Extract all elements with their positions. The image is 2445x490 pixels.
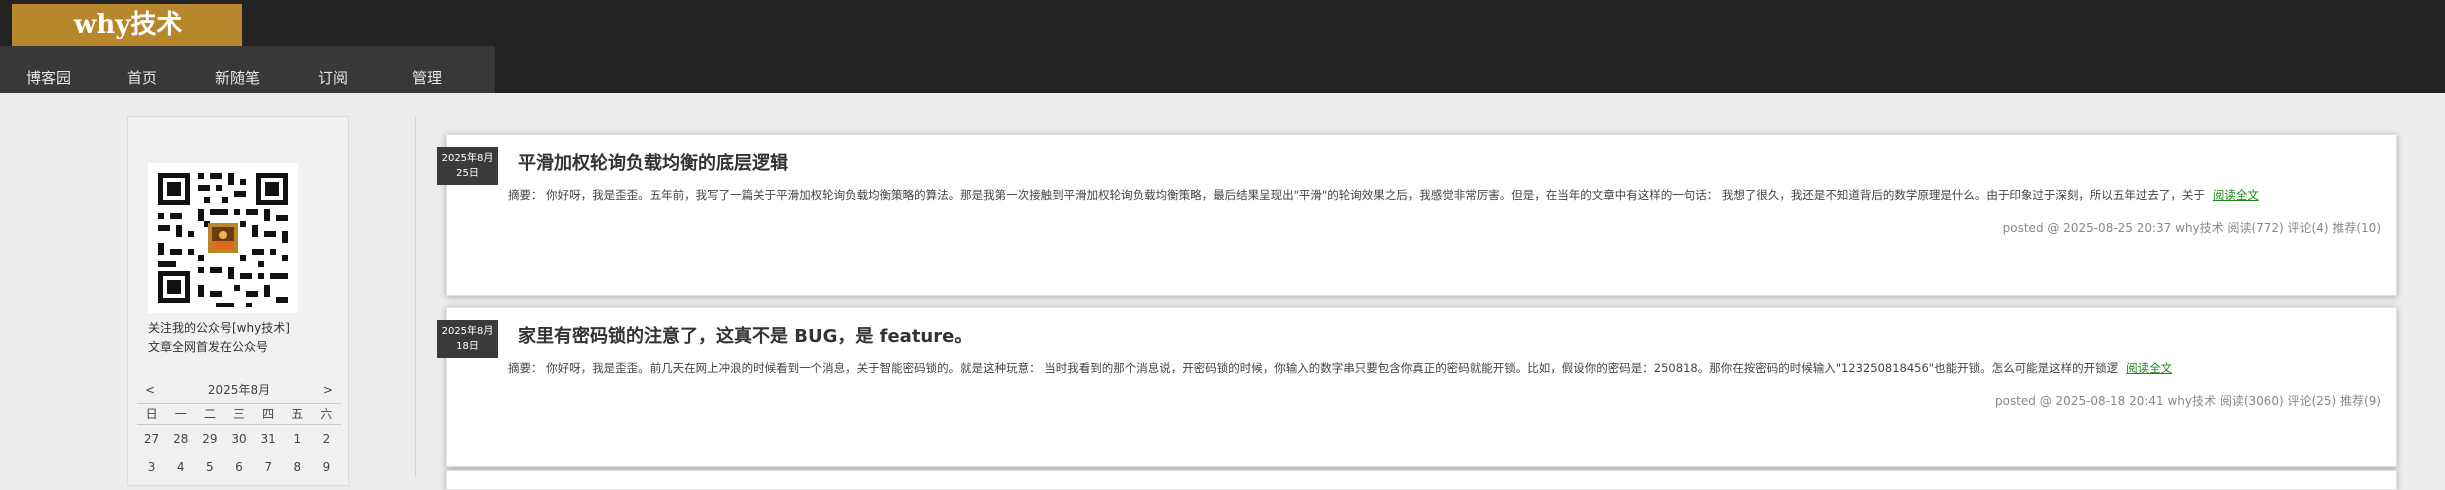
post-meta: posted @ 2025-08-25 20:37 why技术 阅读(772) … bbox=[2002, 221, 2381, 235]
nav-item-subscribe[interactable]: 订阅 bbox=[318, 46, 348, 93]
post-summary-text: 摘要： 你好呀，我是歪歪。前几天在网上冲浪的时候看到一个消息，关于智能密码锁的。… bbox=[508, 361, 2119, 375]
weekday: 五 bbox=[291, 407, 304, 421]
calendar-week: 27 28 29 30 31 1 2 bbox=[137, 425, 341, 453]
read-more-link[interactable]: 阅读全文 bbox=[2126, 361, 2172, 375]
follow-line-2: 文章全网首发在公众号 bbox=[148, 340, 269, 354]
top-header: why技术 博客园 首页 新随笔 订阅 管理 bbox=[0, 0, 2445, 93]
weekday: 一 bbox=[174, 407, 187, 421]
post-summary-text: 摘要： 你好呀，我是歪歪。五年前，我写了一篇关于平滑加权轮询负载均衡策略的算法。… bbox=[508, 188, 2205, 202]
post-date-day: 18日 bbox=[456, 341, 479, 352]
nav-item-cnblogs[interactable]: 博客园 bbox=[26, 46, 71, 93]
calendar-header: < 2025年8月 > bbox=[137, 379, 341, 401]
calendar-day[interactable]: 2 bbox=[312, 425, 341, 453]
post-title-link[interactable]: 平滑加权轮询负载均衡的底层逻辑 bbox=[518, 149, 788, 175]
main-nav: 博客园 首页 新随笔 订阅 管理 bbox=[0, 46, 495, 93]
weekday: 日 bbox=[145, 407, 158, 421]
post-summary: 摘要： 你好呀，我是歪歪。五年前，我写了一篇关于平滑加权轮询负载均衡策略的算法。… bbox=[508, 187, 2259, 203]
qr-code-image bbox=[148, 163, 298, 313]
weekday: 六 bbox=[320, 407, 333, 421]
calendar-next-button[interactable]: > bbox=[323, 379, 333, 401]
calendar-day[interactable]: 30 bbox=[224, 425, 253, 453]
weekday: 三 bbox=[232, 407, 245, 421]
calendar-weekdays: 日 一 二 三 四 五 六 bbox=[137, 403, 341, 425]
calendar-day[interactable]: 1 bbox=[283, 425, 312, 453]
calendar: < 2025年8月 > 日 一 二 三 四 五 六 27 28 29 30 31… bbox=[137, 379, 341, 481]
column-divider bbox=[415, 116, 416, 477]
follow-text: 关注我的公众号[why技术] 文章全网首发在公众号 bbox=[148, 319, 338, 357]
weekday: 二 bbox=[203, 407, 216, 421]
post-date-badge: 2025年8月 25日 bbox=[437, 147, 498, 185]
calendar-day[interactable]: 28 bbox=[166, 425, 195, 453]
post-card: 2025年8月 25日 平滑加权轮询负载均衡的底层逻辑 摘要： 你好呀，我是歪歪… bbox=[437, 134, 2397, 296]
calendar-title: 2025年8月 bbox=[207, 383, 271, 397]
blog-logo[interactable]: why技术 bbox=[12, 4, 242, 46]
post-date-month: 2025年8月 bbox=[441, 326, 494, 337]
read-more-link[interactable]: 阅读全文 bbox=[2213, 188, 2259, 202]
wechat-qr-code bbox=[148, 163, 298, 313]
calendar-day[interactable]: 29 bbox=[195, 425, 224, 453]
post-card-partial bbox=[446, 470, 2397, 490]
calendar-day[interactable]: 27 bbox=[137, 425, 166, 453]
post-title-link[interactable]: 家里有密码锁的注意了，这真不是 BUG，是 feature。 bbox=[518, 322, 972, 348]
sidebar: 关注我的公众号[why技术] 文章全网首发在公众号 < 2025年8月 > 日 … bbox=[127, 116, 349, 486]
follow-line-1: 关注我的公众号[why技术] bbox=[148, 321, 290, 335]
post-summary: 摘要： 你好呀，我是歪歪。前几天在网上冲浪的时候看到一个消息，关于智能密码锁的。… bbox=[508, 360, 2172, 376]
post-date-month: 2025年8月 bbox=[441, 153, 494, 164]
nav-item-manage[interactable]: 管理 bbox=[412, 46, 442, 93]
post-date-badge: 2025年8月 18日 bbox=[437, 320, 498, 358]
post-meta: posted @ 2025-08-18 20:41 why技术 阅读(3060)… bbox=[1995, 394, 2381, 408]
post-date-day: 25日 bbox=[456, 168, 479, 179]
nav-item-home[interactable]: 首页 bbox=[127, 46, 157, 93]
nav-item-new-post[interactable]: 新随笔 bbox=[215, 46, 260, 93]
calendar-day[interactable]: 31 bbox=[254, 425, 283, 453]
weekday: 四 bbox=[262, 407, 275, 421]
post-card: 2025年8月 18日 家里有密码锁的注意了，这真不是 BUG，是 featur… bbox=[437, 307, 2397, 467]
